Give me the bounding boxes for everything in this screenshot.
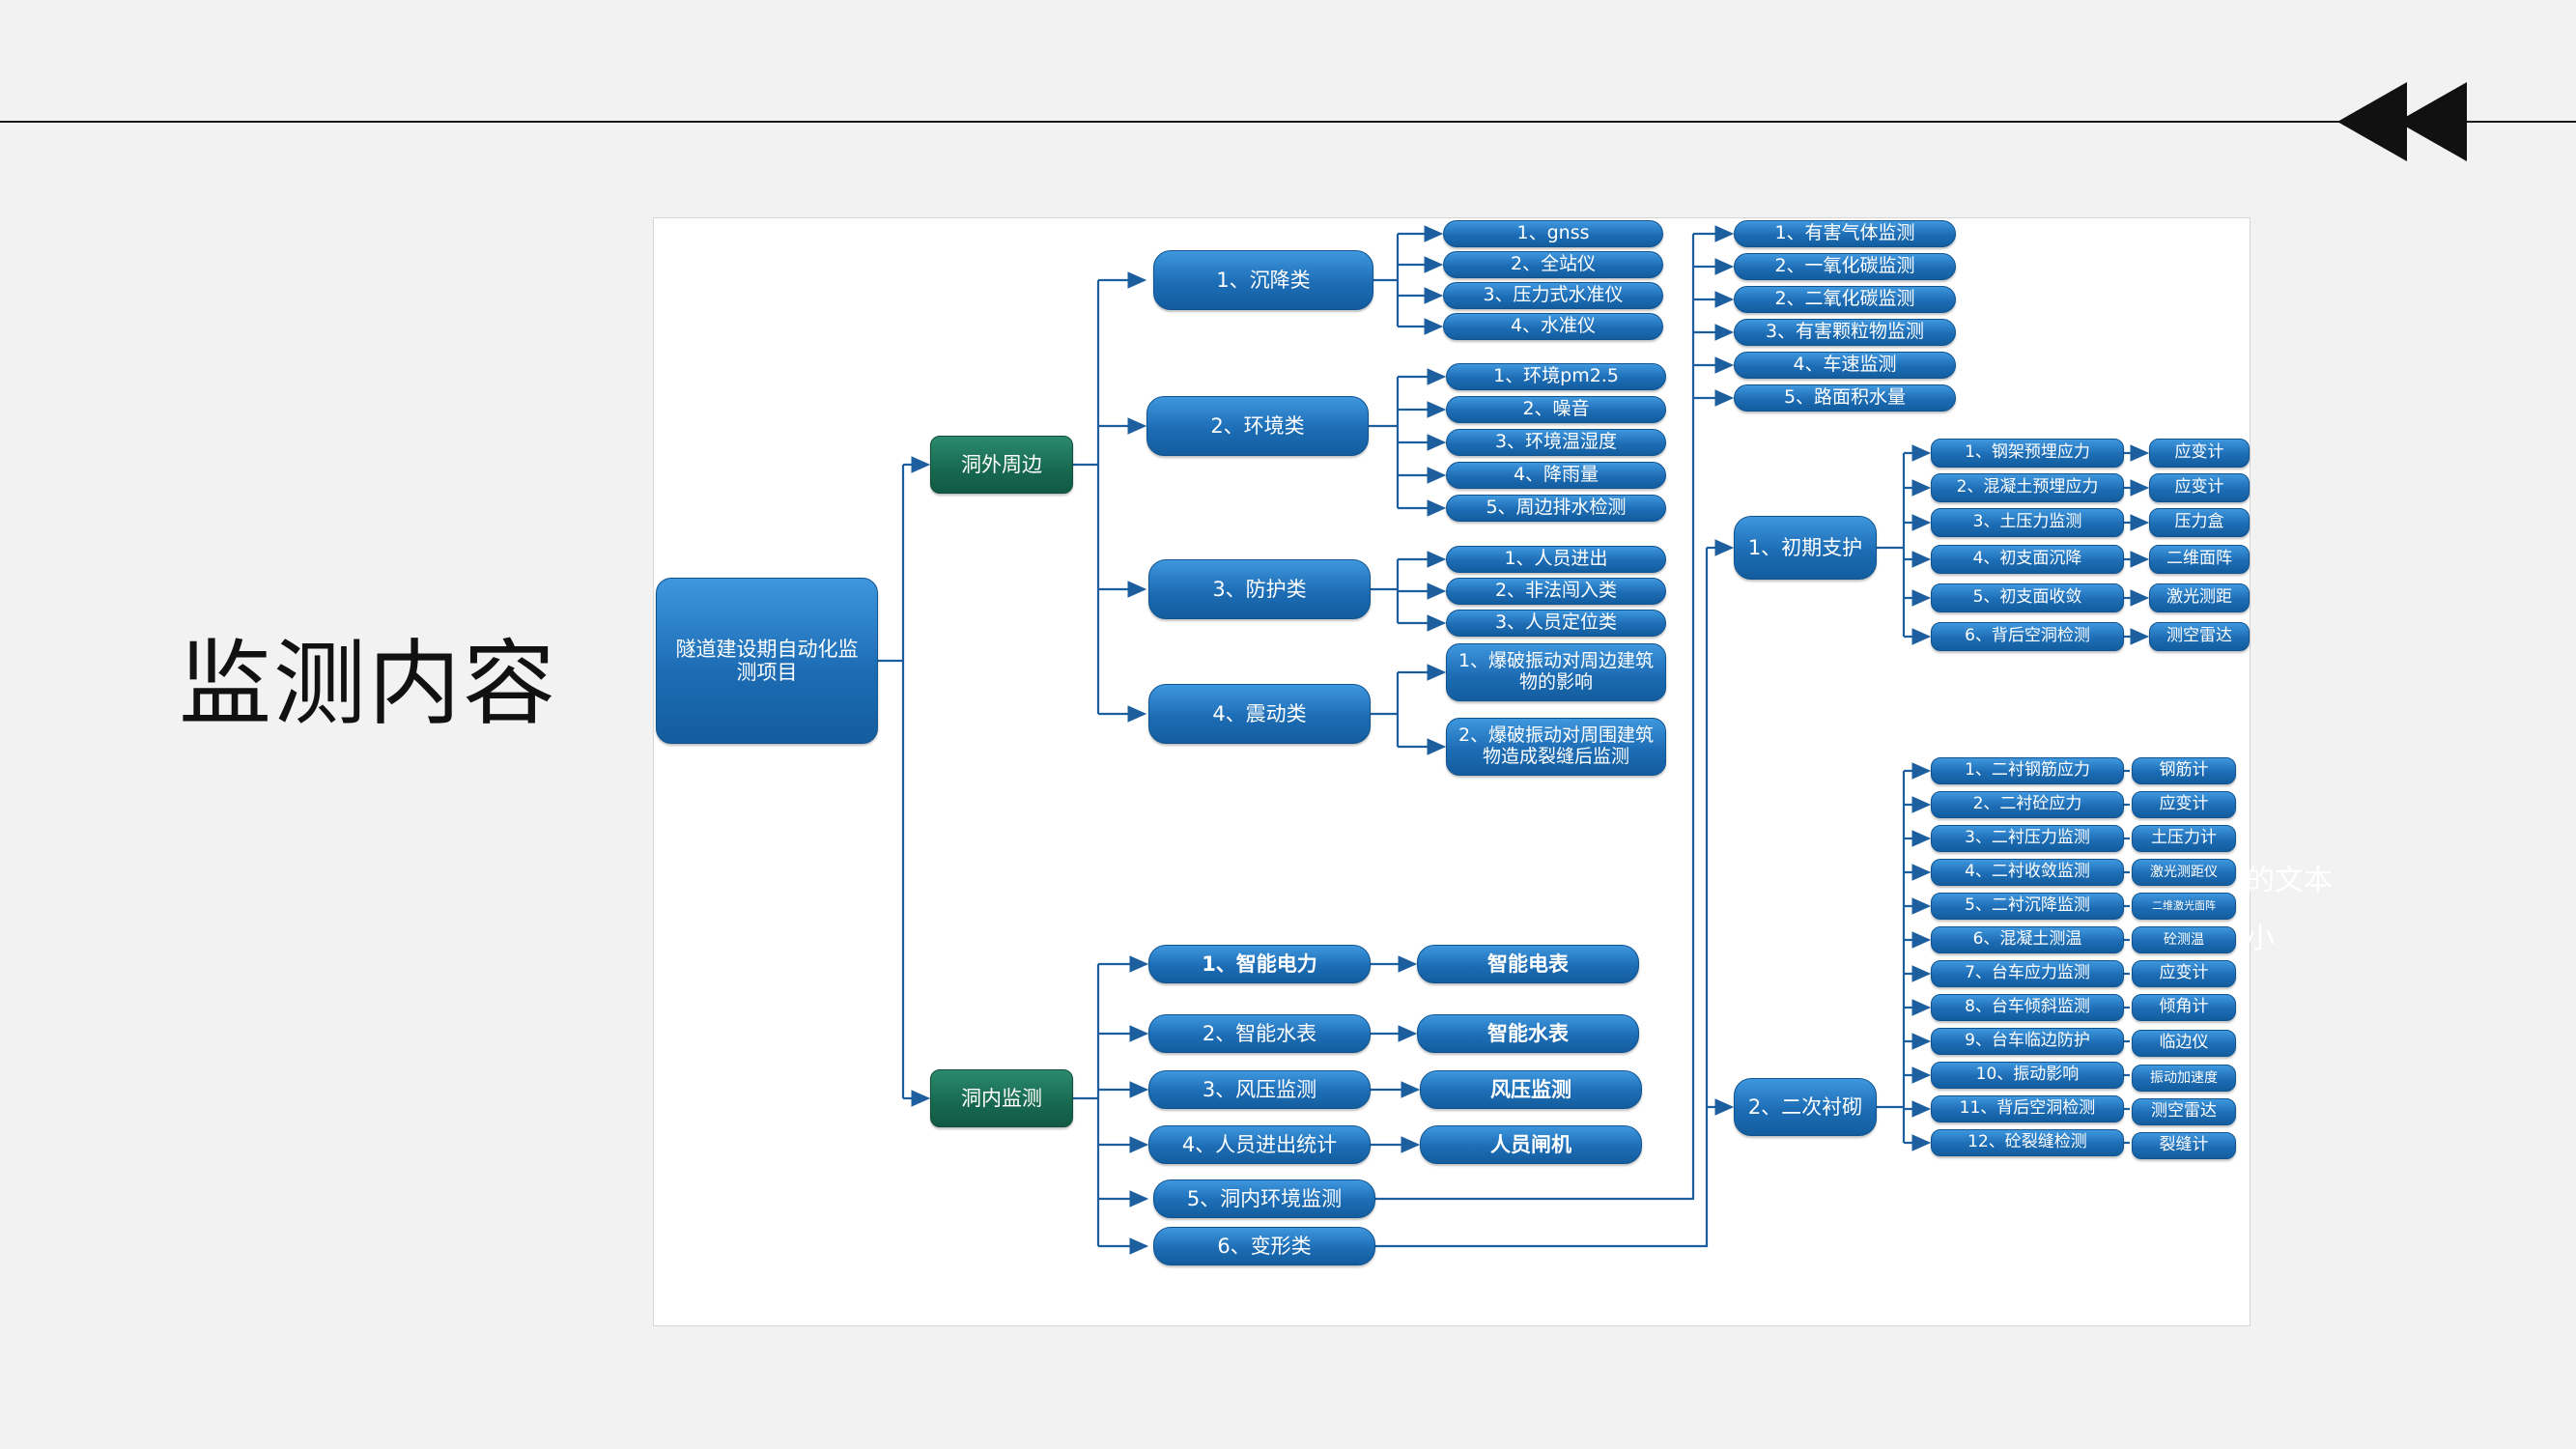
lining-item: 4、二衬收敛监测	[1931, 859, 2124, 886]
target-smart-meter: 智能电表	[1417, 945, 1639, 983]
lining-item: 7、台车应力监测	[1931, 960, 2124, 987]
initial-support-item: 2、混凝土预埋应力	[1931, 473, 2124, 502]
vibration-item: 2、爆破振动对周围建筑物造成裂缝后监测	[1446, 718, 1666, 776]
ghost-placeholder-text: 的文本 小	[2246, 852, 2333, 968]
environment-item: 2、噪音	[1446, 396, 1666, 423]
protection-item: 2、非法闯入类	[1446, 578, 1666, 605]
initial-support-item: 5、初支面收敛	[1931, 583, 2124, 612]
lining-sensor: 临边仪	[2132, 1030, 2236, 1057]
ghost-line: 的文本	[2246, 864, 2333, 897]
initial-support-sensor: 应变计	[2149, 473, 2250, 502]
settlement-item: 2、全站仪	[1443, 251, 1663, 278]
environment-item: 3、环境温湿度	[1446, 429, 1666, 456]
env-monitor-item: 2、二氧化碳监测	[1734, 286, 1956, 313]
env-monitor-item: 4、车速监测	[1734, 352, 1956, 379]
group-inside: 洞内监测	[930, 1069, 1073, 1127]
lining-sensor: 激光测距仪	[2132, 859, 2236, 886]
lining-sensor: 应变计	[2132, 791, 2236, 818]
initial-support-sensor: 测空雷达	[2149, 622, 2250, 651]
lining-sensor: 砼测温	[2132, 926, 2236, 953]
target-wind-pressure: 风压监测	[1420, 1070, 1642, 1109]
lining-sensor: 振动加速度	[2132, 1065, 2236, 1092]
environment-item: 5、周边排水检测	[1446, 495, 1666, 522]
lining-sensor: 应变计	[2132, 960, 2236, 987]
initial-support-item: 4、初支面沉降	[1931, 545, 2124, 574]
lining-item: 12、砼裂缝检测	[1931, 1129, 2124, 1156]
lining-sensor: 土压力计	[2132, 825, 2236, 852]
protection-item: 3、人员定位类	[1446, 610, 1666, 637]
env-monitor-item: 1、有害气体监测	[1734, 220, 1956, 247]
group-outside: 洞外周边	[930, 436, 1073, 494]
lining-item: 9、台车临边防护	[1931, 1028, 2124, 1055]
slide-title: 监测内容	[179, 630, 557, 738]
environment-item: 4、降雨量	[1446, 462, 1666, 489]
initial-support-sensor: 二维面阵	[2149, 545, 2250, 574]
lining-item: 11、背后空洞检测	[1931, 1095, 2124, 1122]
protection-item: 1、人员进出	[1446, 546, 1666, 573]
environment-node: 2、环境类	[1146, 396, 1369, 456]
protection-node: 3、防护类	[1148, 559, 1371, 619]
initial-support-node: 1、初期支护	[1734, 516, 1877, 580]
lining-sensor: 裂缝计	[2132, 1132, 2236, 1159]
secondary-lining-node: 2、二次衬砌	[1734, 1078, 1877, 1136]
lining-item: 8、台车倾斜监测	[1931, 994, 2124, 1021]
env-monitor-item: 5、路面积水量	[1734, 384, 1956, 412]
lining-item: 1、二衬钢筋应力	[1931, 757, 2124, 784]
initial-support-item: 1、钢架预埋应力	[1931, 439, 2124, 468]
lining-item: 3、二衬压力监测	[1931, 825, 2124, 852]
vibration-item: 1、爆破振动对周边建筑物的影响	[1446, 643, 1666, 701]
vibration-node: 4、震动类	[1148, 684, 1371, 744]
lining-sensor: 测空雷达	[2132, 1098, 2236, 1125]
initial-support-sensor: 激光测距	[2149, 583, 2250, 612]
target-gate: 人员闸机	[1420, 1125, 1642, 1164]
monitoring-diagram: 隧道建设期自动化监测项目 洞外周边 洞内监测 1、沉降类 2、环境类 3、防护类…	[653, 217, 2250, 1326]
lining-sensor: 钢筋计	[2132, 757, 2236, 784]
initial-support-sensor: 应变计	[2149, 439, 2250, 468]
initial-support-sensor: 压力盒	[2149, 508, 2250, 537]
lining-sensor: 二维激光面阵	[2132, 893, 2236, 920]
initial-support-item: 3、土压力监测	[1931, 508, 2124, 537]
settlement-item: 4、水准仪	[1443, 313, 1663, 340]
settlement-item: 3、压力式水准仪	[1443, 282, 1663, 309]
inside-item-water: 2、智能水表	[1148, 1014, 1371, 1053]
inside-item-power: 1、智能电力	[1148, 945, 1371, 983]
inside-item-environment: 5、洞内环境监测	[1153, 1179, 1375, 1218]
env-monitor-item: 3、有害颗粒物监测	[1734, 319, 1956, 346]
ghost-line: 小	[2246, 922, 2275, 955]
lining-item: 5、二衬沉降监测	[1931, 893, 2124, 920]
settlement-node: 1、沉降类	[1153, 250, 1373, 310]
inside-item-people: 4、人员进出统计	[1148, 1125, 1371, 1164]
env-monitor-item: 2、一氧化碳监测	[1734, 253, 1956, 280]
lining-item: 6、混凝土测温	[1931, 926, 2124, 953]
lining-item: 2、二衬砼应力	[1931, 791, 2124, 818]
inside-item-deformation: 6、变形类	[1153, 1227, 1375, 1265]
settlement-item: 1、gnss	[1443, 220, 1663, 247]
lining-sensor: 倾角计	[2132, 994, 2236, 1021]
lining-item: 10、振动影响	[1931, 1062, 2124, 1089]
environment-item: 1、环境pm2.5	[1446, 363, 1666, 390]
top-divider-line	[0, 121, 2576, 123]
rewind-icon	[2337, 82, 2467, 161]
root-node: 隧道建设期自动化监测项目	[656, 578, 878, 744]
inside-item-wind: 3、风压监测	[1148, 1070, 1371, 1109]
initial-support-item: 6、背后空洞检测	[1931, 622, 2124, 651]
target-smart-water: 智能水表	[1417, 1014, 1639, 1053]
